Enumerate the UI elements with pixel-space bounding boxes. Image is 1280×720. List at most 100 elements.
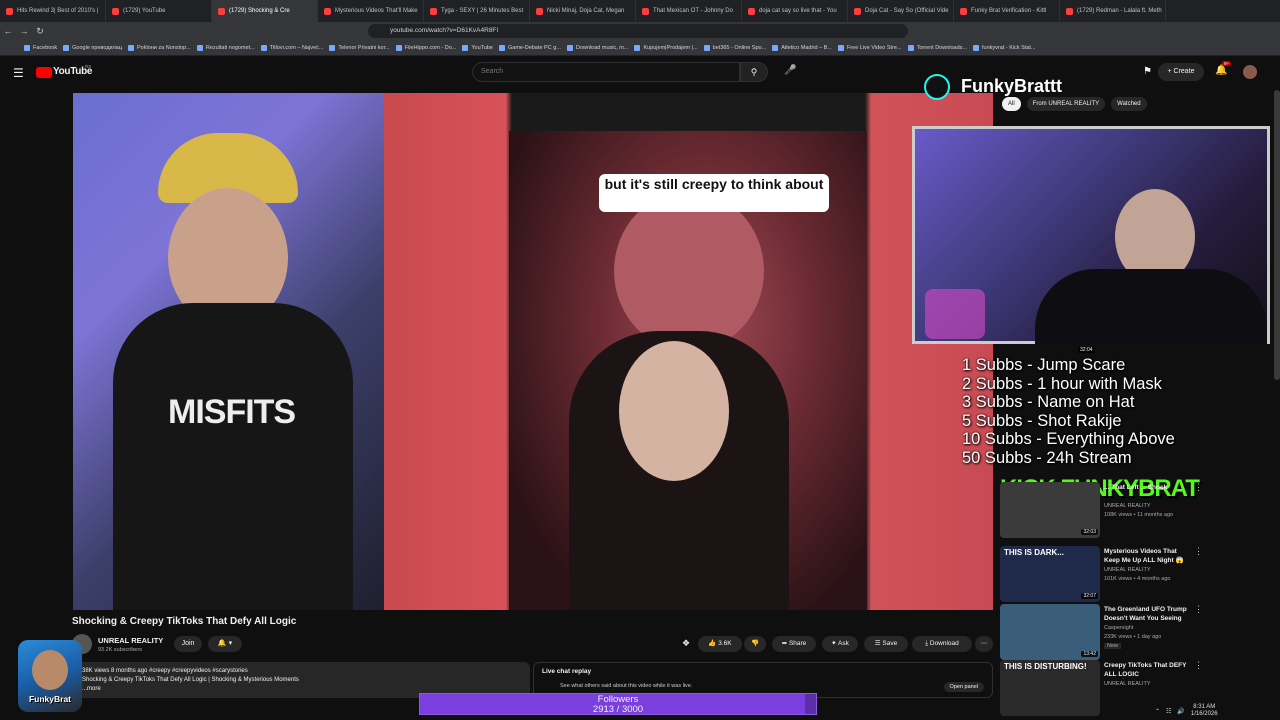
volume-icon[interactable]: 🔊	[1177, 708, 1184, 715]
more-options-icon[interactable]: ⋮	[1194, 482, 1203, 493]
subscriber-goals: 1 Subbs - Jump Scare 2 Subbs - 1 hour wit…	[962, 356, 1175, 467]
account-avatar[interactable]	[1243, 65, 1257, 79]
clock-date[interactable]: 1/16/2026	[1191, 711, 1218, 718]
followers-goal-bar: Followers 2913 / 3000	[419, 693, 817, 715]
more-actions-icon[interactable]: ⋯	[975, 636, 993, 652]
bookmark-item[interactable]: Torrent Downloads...	[907, 44, 967, 51]
browser-tab[interactable]: (1729) YouTube	[106, 0, 212, 22]
download-button[interactable]: ⤓ Download	[912, 636, 972, 652]
tab-label: Tyga - SEXY | 26 Minutes Best	[441, 8, 524, 14]
subscribed-bell-button[interactable]: 🔔 ▾	[208, 636, 242, 652]
back-icon[interactable]: ←	[0, 26, 16, 36]
join-button[interactable]: Join	[174, 636, 202, 652]
tab-label: (1729) Redman - Lalala ft. Meth	[1077, 8, 1162, 14]
browser-tab[interactable]: (1729) Redman - Lalala ft. Meth	[1060, 0, 1166, 22]
browser-tab[interactable]: doja cat say so live that - You	[742, 0, 848, 22]
browser-tab[interactable]: Nicki Minaj, Doja Cat, Megan	[530, 0, 636, 22]
recommendation-channel[interactable]: UNREAL REALITY	[1104, 503, 1151, 509]
page-scrollbar[interactable]	[1274, 90, 1280, 380]
video-duration: 32:04	[1078, 347, 1095, 353]
browser-tab[interactable]: Doja Cat - Say So (Official Vide	[848, 0, 954, 22]
wifi-icon[interactable]: ☷	[1166, 708, 1171, 715]
bookmark-item[interactable]: Telenor Privatni kor...	[329, 44, 390, 51]
recommendation-channel[interactable]: UNREAL REALITY	[1104, 681, 1151, 687]
recommendation-title[interactable]: The Greenland UFO Trump Doesn't Want You…	[1104, 606, 1194, 623]
url-input[interactable]: youtube.com/watch?v=D61KvA4R8FI	[368, 24, 908, 38]
recommendation-thumbnail[interactable]: THIS IS DISTURBING!	[1000, 660, 1100, 716]
tab-label: Hits Rewind 3| Best of 2010's |	[17, 8, 99, 14]
bookmark-item[interactable]: Poklони za Nonstop...	[128, 44, 191, 51]
sidebar-chip[interactable]: Watched	[1111, 97, 1147, 111]
more-options-icon[interactable]: ⋮	[1194, 604, 1203, 615]
share-button[interactable]: ➦ Share	[772, 636, 816, 652]
dislike-button[interactable]: 👎	[744, 636, 766, 652]
reload-icon[interactable]: ↻	[32, 26, 48, 37]
recommendation-item[interactable]: 32:03 ... That Left ... Shock UNREAL REALI…	[1000, 482, 1270, 538]
forward-icon[interactable]: →	[16, 26, 32, 36]
bookmark-label: Download music, m...	[575, 44, 629, 51]
search-input[interactable]: Search	[472, 62, 740, 82]
save-button[interactable]: ☰ Save	[864, 636, 908, 652]
browser-tab[interactable]: (1729) Shocking & Cre	[212, 0, 318, 22]
browser-tab-bar: Hits Rewind 3| Best of 2010's | (1729) Yo…	[0, 0, 1280, 22]
video-duration: 32:07	[1081, 593, 1098, 599]
tab-favicon-icon	[218, 7, 225, 15]
like-button[interactable]: 👍 3.6K	[698, 636, 742, 652]
bookmark-item[interactable]: Facebook	[24, 44, 57, 51]
bookmark-label: funkyvrat - Kick Stat...	[982, 44, 1036, 51]
bell-icon[interactable]: 🔔	[1215, 65, 1227, 76]
menu-icon[interactable]: ☰	[13, 66, 24, 80]
recommendation-title[interactable]: Mysterious Videos That Keep Me Up ALL Ni…	[1104, 548, 1194, 565]
recommendation-title[interactable]: Creepy TikToks That DEFY ALL LOGIC	[1104, 662, 1194, 679]
more-options-icon[interactable]: ⋮	[1194, 546, 1203, 557]
bookmark-item[interactable]: funkyvrat - Kick Stat...	[973, 44, 1036, 51]
cast-icon[interactable]: ⚑	[1143, 66, 1152, 77]
browser-tab[interactable]: Tyga - SEXY | 26 Minutes Best	[424, 0, 530, 22]
create-button[interactable]: + Create	[1158, 63, 1204, 81]
bookmark-favicon-icon	[566, 44, 573, 51]
recommendation-channel[interactable]: Caspersight	[1104, 625, 1133, 631]
live-chat-title: Live chat replay	[542, 668, 592, 675]
bookmark-item[interactable]: YouTube	[462, 44, 493, 51]
search-icon[interactable]: ⚲	[740, 62, 768, 82]
recommendation-item[interactable]: THIS IS DARK... 32:07 Mysterious Videos Th…	[1000, 546, 1270, 602]
bookmark-item[interactable]: Rezultati nogomet...	[196, 44, 255, 51]
clock-time[interactable]: 8:31 AM	[1191, 704, 1218, 711]
bookmark-item[interactable]: Kupujem|Prodajem |...	[634, 44, 698, 51]
tab-favicon-icon	[536, 7, 543, 15]
youtube-logo-icon[interactable]	[36, 67, 52, 78]
bookmark-item[interactable]: Atletico Madrid – B...	[772, 44, 832, 51]
bookmark-item[interactable]: Download music, m...	[566, 44, 629, 51]
channel-name[interactable]: UNREAL REALITY	[98, 636, 163, 645]
browser-tab[interactable]: That Mexican OT - Johnny Do	[636, 0, 742, 22]
bookmark-item[interactable]: Titlovi.com – Najveć...	[260, 44, 323, 51]
tab-label: (1729) YouTube	[123, 8, 166, 14]
bookmark-item[interactable]: Free Live Video Stre...	[837, 44, 902, 51]
open-panel-button[interactable]: Open panel	[943, 682, 984, 692]
browser-tab[interactable]: Hits Rewind 3| Best of 2010's |	[0, 0, 106, 22]
bookmark-item[interactable]: Game-Debate PC g...	[498, 44, 561, 51]
goal-line: 10 Subbs - Everything Above	[962, 430, 1175, 448]
more-options-icon[interactable]: ⋮	[1194, 660, 1203, 671]
recommendation-channel[interactable]: UNREAL REALITY	[1104, 567, 1151, 573]
bookmark-item[interactable]: Google преводилац	[63, 44, 122, 51]
tab-label: Doja Cat - Say So (Official Vide	[865, 8, 949, 14]
tab-label: doja cat say so live that - You	[759, 8, 837, 14]
tab-favicon-icon	[642, 7, 649, 15]
microphone-icon[interactable]: 🎤	[784, 65, 796, 76]
streamer-shirt	[1035, 269, 1267, 344]
video-player[interactable]: MISFITS but it's still creepy to think a…	[73, 93, 993, 610]
ask-button[interactable]: ✦ Ask	[822, 636, 858, 652]
recommendation-title[interactable]: ... That Left ... Shock	[1104, 484, 1194, 493]
bookmark-item[interactable]: FileHippo.com - Do...	[395, 44, 456, 51]
browser-tab[interactable]: Funky Brat Verification - Kittl	[954, 0, 1060, 22]
subscriber-count: 93.2K subscribers	[98, 647, 143, 653]
streamer-avatar-badge: FunkyBrat	[18, 640, 82, 712]
bookmark-item[interactable]: bet365 - Online Spo...	[703, 44, 766, 51]
chevron-up-icon[interactable]: ⌃	[1155, 708, 1160, 715]
recommendation-item[interactable]: 13:42 The Greenland UFO Trump Doesn't Wan…	[1000, 604, 1270, 660]
browser-tab[interactable]: Mysterious Videos That'll Make	[318, 0, 424, 22]
save-label: Save	[882, 640, 898, 647]
bookmark-label: Atletico Madrid – B...	[781, 44, 832, 51]
tiktok-logo-icon	[924, 74, 950, 100]
